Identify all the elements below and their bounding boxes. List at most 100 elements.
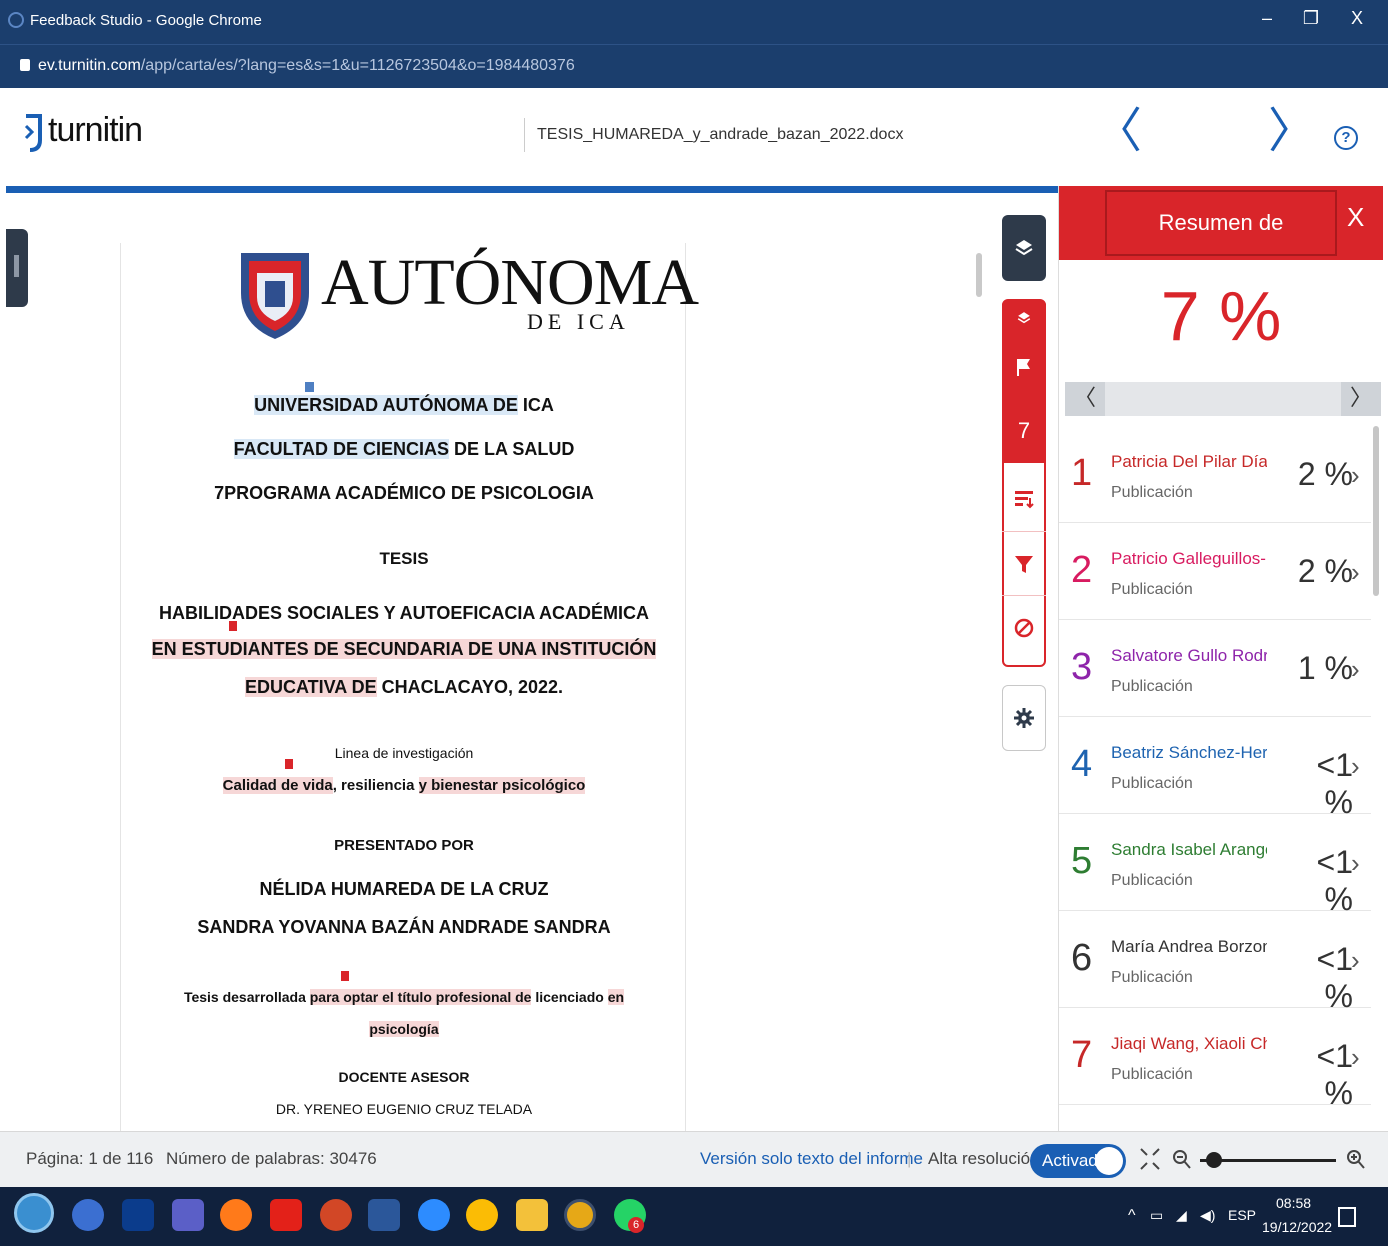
zoom-slider-handle[interactable] — [1206, 1152, 1222, 1168]
match-item[interactable]: 3 Salvatore Gullo Rodrígu... Publicación 1 … — [1059, 620, 1371, 717]
match-source-name[interactable]: Patricia Del Pilar Díaz ... — [1111, 452, 1267, 472]
url-host: ev.turnitin.com — [38, 57, 141, 74]
faculty-rest: DE LA SALUD — [449, 439, 575, 459]
gear-icon — [1014, 708, 1034, 728]
status-separator: | — [907, 1149, 912, 1168]
match-layer-button[interactable] — [1002, 301, 1046, 335]
match-source-name[interactable]: Sandra Isabel Arango-V... — [1111, 840, 1267, 860]
filter-icon — [1015, 555, 1033, 573]
match-source-name[interactable]: Beatriz Sánchez-Herna... — [1111, 743, 1267, 763]
exclude-button[interactable] — [1002, 595, 1046, 659]
panel-scrollbar[interactable] — [1373, 426, 1379, 596]
match-number: 3 — [1071, 646, 1093, 688]
source-marker[interactable] — [285, 759, 305, 777]
thesis-mid: licenciado — [531, 989, 608, 1005]
wifi-icon[interactable]: ◢ — [1176, 1207, 1187, 1224]
highlight-thesis-3[interactable]: psicología — [369, 1021, 439, 1037]
powerpoint-icon[interactable] — [320, 1199, 352, 1231]
zoom-out-icon[interactable] — [1172, 1149, 1192, 1171]
turnitin-logo[interactable]: turnitin — [22, 110, 143, 154]
match-source-name[interactable]: Patricio Galleguillos-He... — [1111, 549, 1267, 569]
thesis-purpose-line-2: psicología — [121, 1021, 687, 1037]
highlight-title-2[interactable]: EN ESTUDIANTES DE SECUNDARIA DE UNA INST… — [151, 639, 657, 659]
start-button[interactable] — [14, 1193, 54, 1233]
chrome-app-icon — [8, 12, 24, 28]
chrome-icon[interactable] — [466, 1199, 498, 1231]
zoom-icon[interactable] — [418, 1199, 450, 1231]
text-only-report-link[interactable]: Versión solo texto del informe — [700, 1149, 923, 1169]
volume-icon[interactable]: ◀) — [1200, 1207, 1215, 1224]
chrome-active-icon[interactable] — [564, 1199, 596, 1231]
notifications-icon[interactable] — [1338, 1207, 1356, 1227]
previous-document-button[interactable]: 〈 — [1094, 108, 1142, 156]
chevron-right-icon[interactable]: › — [1351, 751, 1360, 782]
match-overview-button[interactable]: 7 — [1002, 399, 1046, 463]
chevron-right-icon[interactable]: › — [1351, 557, 1360, 588]
source-marker[interactable] — [341, 971, 361, 989]
turnitin-logo-icon — [24, 114, 42, 152]
chevron-right-icon[interactable]: › — [1351, 460, 1360, 491]
flag-button[interactable] — [1002, 335, 1046, 399]
highlight-research-2[interactable]: y bienestar psicológico — [418, 777, 586, 794]
match-source-type: Publicación — [1111, 775, 1193, 792]
clock-time[interactable]: 08:58 — [1276, 1195, 1311, 1211]
highlight-thesis-1[interactable]: para optar el título profesional de — [309, 989, 532, 1005]
highlight-thesis-2[interactable]: en — [607, 989, 625, 1005]
line-faculty: FACULTAD DE CIENCIAS DE LA SALUD — [121, 439, 687, 460]
acrobat-icon[interactable] — [270, 1199, 302, 1231]
zoom-meetings-icon[interactable] — [72, 1199, 104, 1231]
pager-prev-button[interactable]: 〈 — [1065, 382, 1105, 416]
highlight-research-1[interactable]: Calidad de vida — [222, 777, 333, 794]
url-text[interactable]: ev.turnitin.com/app/carta/es/?lang=es&s=… — [38, 57, 575, 75]
match-item[interactable]: 7 Jiaqi Wang, Xiaoli Chen... Publicación <1… — [1059, 1008, 1371, 1111]
settings-button[interactable] — [1002, 685, 1046, 751]
pager-next-button[interactable]: 〉 — [1341, 382, 1381, 416]
document-scrollbar[interactable] — [976, 253, 982, 297]
firefox-icon[interactable] — [220, 1199, 252, 1231]
match-source-name[interactable]: Jiaqi Wang, Xiaoli Chen... — [1111, 1034, 1267, 1054]
disney-app-icon[interactable] — [122, 1199, 154, 1231]
match-source-name[interactable]: María Andrea Borzone ... — [1111, 937, 1267, 957]
tray-expand-icon[interactable]: ^ — [1128, 1207, 1136, 1225]
help-icon[interactable]: ? — [1334, 126, 1358, 150]
match-source-name[interactable]: Salvatore Gullo Rodrígu... — [1111, 646, 1267, 666]
left-panel-toggle[interactable] — [6, 229, 28, 307]
fullscreen-icon[interactable] — [1138, 1146, 1162, 1172]
all-sources-button[interactable] — [1002, 467, 1046, 531]
document-viewer: AUTÓNOMA DE ICA UNIVERSIDAD AUTÓNOMA DE … — [0, 193, 1060, 1143]
battery-icon[interactable]: ▭ — [1150, 1207, 1163, 1224]
clock-date[interactable]: 19/12/2022 — [1262, 1219, 1332, 1235]
word-icon[interactable] — [368, 1199, 400, 1231]
address-bar[interactable]: ev.turnitin.com/app/carta/es/?lang=es&s=… — [0, 44, 1388, 88]
match-item[interactable]: 5 Sandra Isabel Arango-V... Publicación <1 … — [1059, 814, 1371, 917]
match-item[interactable]: 2 Patricio Galleguillos-He... Publicación 2… — [1059, 523, 1371, 620]
layers-button[interactable] — [1002, 215, 1046, 281]
author-2: SANDRA YOVANNA BAZÁN ANDRADE SANDRA — [197, 917, 611, 937]
close-panel-button[interactable]: X — [1347, 202, 1364, 233]
filter-button[interactable] — [1002, 531, 1046, 595]
match-item[interactable]: 1 Patricia Del Pilar Díaz ... Publicación 2… — [1059, 426, 1371, 523]
app-header: turnitin TESIS_HUMAREDA_y_andrade_bazan_… — [0, 88, 1388, 186]
zoom-in-icon[interactable] — [1346, 1149, 1366, 1171]
high-resolution-toggle[interactable]: Activado — [1030, 1144, 1126, 1178]
chevron-right-icon[interactable]: › — [1351, 1042, 1360, 1073]
chevron-right-icon[interactable]: › — [1351, 654, 1360, 685]
close-window-button[interactable]: X — [1342, 8, 1372, 29]
source-marker[interactable] — [229, 621, 249, 639]
list-sort-icon — [1015, 491, 1034, 509]
teams-icon[interactable] — [172, 1199, 204, 1231]
chevron-right-icon[interactable]: › — [1351, 848, 1360, 879]
match-item[interactable]: 6 María Andrea Borzone ... Publicación <1 %… — [1059, 911, 1371, 1014]
next-document-button[interactable]: 〉 — [1268, 108, 1316, 156]
match-item[interactable]: 4 Beatriz Sánchez-Herna... Publicación <1 %… — [1059, 717, 1371, 820]
highlight-title-3[interactable]: EDUCATIVA DE — [244, 677, 377, 697]
advisor-name: DR. YRENEO EUGENIO CRUZ TELADA — [275, 1101, 533, 1117]
match-number: 5 — [1071, 840, 1093, 882]
highlight-faculty[interactable]: FACULTAD DE CIENCIAS — [233, 439, 449, 459]
highlight-university[interactable]: UNIVERSIDAD AUTÓNOMA DE — [254, 395, 518, 415]
file-explorer-icon[interactable] — [516, 1199, 548, 1231]
language-indicator[interactable]: ESP — [1228, 1207, 1256, 1223]
minimize-button[interactable]: – — [1252, 8, 1282, 29]
restore-button[interactable]: ❐ — [1296, 8, 1326, 29]
chevron-right-icon[interactable]: › — [1351, 945, 1360, 976]
